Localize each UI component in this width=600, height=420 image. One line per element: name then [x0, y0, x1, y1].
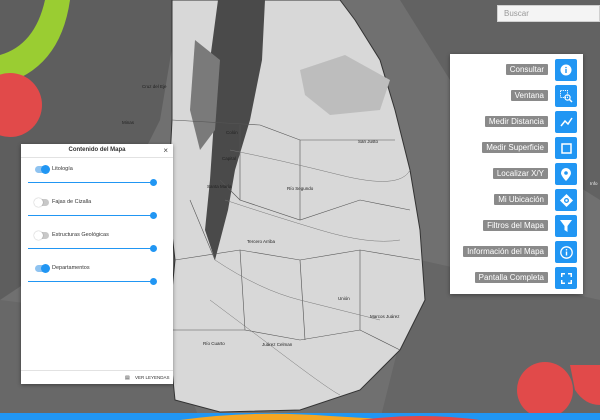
place-label: Colón [226, 130, 238, 135]
opacity-slider-handle[interactable] [150, 245, 157, 252]
layer-item-litologia: Litología [21, 158, 173, 191]
layer-label: Estructuras Geológicas [52, 232, 109, 238]
layer-toggle[interactable] [34, 231, 49, 240]
layer-toggle[interactable] [35, 165, 50, 174]
place-label: Capital [222, 156, 236, 161]
opacity-slider-handle[interactable] [150, 212, 157, 219]
place-label: Marcos Juárez [370, 314, 400, 319]
place-label: Río Segundo [287, 186, 314, 191]
opacity-slider-track[interactable] [28, 215, 154, 216]
place-label: Juárez Celman [262, 342, 293, 347]
tool-label[interactable]: Localizar X/Y [492, 168, 548, 179]
tool-label[interactable]: Información del Mapa [463, 246, 548, 257]
tool-mi-ubicacion: Mi Ubicación [450, 186, 583, 212]
tool-label[interactable]: Pantalla Completa [474, 272, 548, 283]
tool-label[interactable]: Filtros del Mapa [483, 220, 548, 231]
layer-item-estructuras: Estructuras Geológicas [21, 224, 173, 257]
panel-footer: ▤ VER LEYENDAS [21, 370, 173, 384]
view-legends-button[interactable]: VER LEYENDAS [135, 375, 170, 380]
place-label: Unión [338, 296, 350, 301]
brand-bottom-strip [0, 413, 600, 420]
tool-pantalla-completa: Pantalla Completa [450, 264, 583, 290]
measure-distance-icon[interactable] [555, 111, 577, 133]
location-pin-icon[interactable] [555, 163, 577, 185]
layer-label: Fajas de Cizalla [52, 199, 92, 205]
opacity-slider-handle[interactable] [150, 278, 157, 285]
tool-ventana: Ventana [450, 82, 583, 108]
tool-consultar: Consultar [450, 56, 583, 82]
measure-area-icon[interactable] [555, 137, 577, 159]
place-label: Tercero Arriba [247, 239, 276, 244]
map-info-icon[interactable] [555, 241, 577, 263]
opacity-slider-track[interactable] [28, 248, 154, 249]
opacity-slider-track[interactable] [28, 182, 154, 183]
map-edge-text: Info [590, 181, 598, 186]
zoom-window-icon[interactable] [555, 85, 577, 107]
tool-medir-distancia: Medir Distancia [450, 108, 583, 134]
tool-medir-superficie: Medir Superficie [450, 134, 583, 160]
layer-label: Departamentos [52, 265, 90, 271]
close-icon[interactable]: × [163, 144, 168, 157]
place-label: Cruz del Eje [142, 84, 167, 89]
tools-toolbar: Consultar Ventana Medir Distancia Medir … [450, 54, 583, 294]
layer-item-departamentos: Departamentos [21, 257, 173, 290]
map-contents-panel: Contenido del Mapa × Litología Fajas de … [21, 144, 173, 384]
layer-label: Litología [52, 166, 73, 172]
tool-label[interactable]: Ventana [510, 90, 548, 101]
tool-label[interactable]: Medir Superficie [482, 142, 548, 153]
fullscreen-icon[interactable] [555, 267, 577, 289]
tool-informacion-mapa: Información del Mapa [450, 238, 583, 264]
search-input[interactable]: Buscar [497, 5, 600, 22]
tool-label[interactable]: Mi Ubicación [494, 194, 548, 205]
place-label: San Justo [358, 139, 379, 144]
place-label: Minas [122, 120, 135, 125]
info-icon[interactable] [555, 59, 577, 81]
place-label: Río Cuarto [203, 341, 225, 346]
panel-title: Contenido del Mapa [68, 147, 126, 153]
tool-localizar-xy: Localizar X/Y [450, 160, 583, 186]
brand-decoration-top-left [0, 0, 70, 137]
layer-item-fajas: Fajas de Cizalla [21, 191, 173, 224]
my-location-icon[interactable] [555, 189, 577, 211]
filter-icon[interactable] [555, 215, 577, 237]
tool-label[interactable]: Consultar [505, 64, 548, 75]
opacity-slider-handle[interactable] [150, 179, 157, 186]
tool-label[interactable]: Medir Distancia [484, 116, 548, 127]
place-label: Santa María [207, 184, 232, 189]
layer-toggle[interactable] [35, 264, 50, 273]
opacity-slider-track[interactable] [28, 281, 154, 282]
tool-filtros: Filtros del Mapa [450, 212, 583, 238]
panel-header: Contenido del Mapa × [21, 144, 173, 158]
legend-icon[interactable]: ▤ [125, 375, 130, 381]
layer-toggle[interactable] [34, 198, 49, 207]
